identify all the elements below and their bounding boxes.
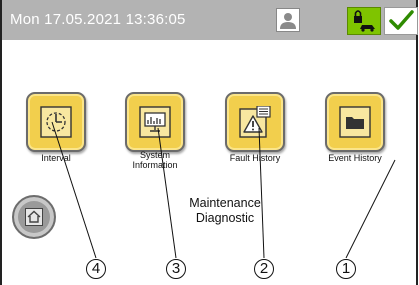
screen: Mon 17.05.2021 13:36:05 Interval System … xyxy=(0,0,419,285)
callout-2: 2 xyxy=(254,259,274,279)
callout-line-1 xyxy=(345,159,396,259)
callout-3: 3 xyxy=(166,259,186,279)
callout-lines xyxy=(51,121,396,259)
callout-line-3 xyxy=(157,127,177,259)
callout-1: 1 xyxy=(336,259,356,279)
callout-line-2 xyxy=(258,127,265,259)
callout-4: 4 xyxy=(86,259,106,279)
callout-line-4 xyxy=(51,121,97,259)
